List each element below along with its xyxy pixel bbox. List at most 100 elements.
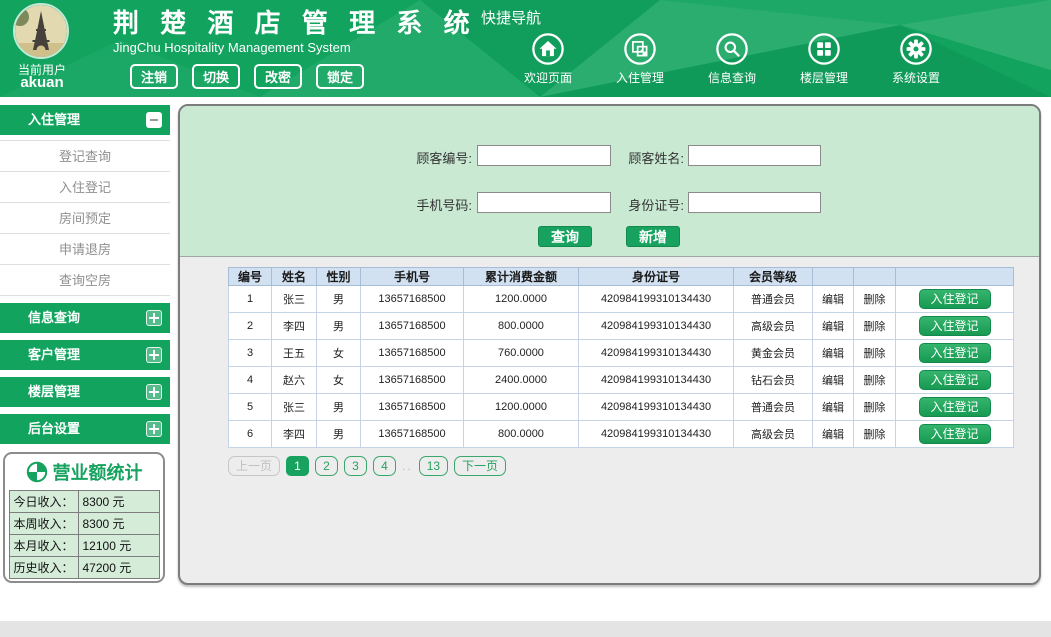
- checkin-button[interactable]: 入住登记: [919, 397, 991, 417]
- delete-link[interactable]: 删除: [854, 340, 896, 367]
- cell-id: 6: [229, 421, 272, 448]
- customer-name-input[interactable]: [688, 145, 821, 166]
- table-row: 4 赵六 女 13657168500 2400.0000 42098419931…: [229, 367, 1014, 394]
- footer-bar: [0, 621, 1051, 637]
- stats-value-today: 8300 元: [78, 491, 159, 513]
- sidebar-item-registration-query[interactable]: 登记查询: [0, 141, 170, 172]
- page-button-1[interactable]: 1: [286, 456, 309, 476]
- page-button-3[interactable]: 3: [344, 456, 367, 476]
- sidebar-section-customer-mgmt[interactable]: 客户管理: [0, 340, 170, 370]
- stats-label-today: 今日收入：: [9, 491, 78, 513]
- page-button-4[interactable]: 4: [373, 456, 396, 476]
- cell-gender: 女: [317, 367, 361, 394]
- cell-member-level: 钻石会员: [734, 367, 813, 394]
- col-header-name: 姓名: [272, 268, 317, 286]
- edit-link[interactable]: 编辑: [813, 286, 854, 313]
- nav-item-checkin-mgmt[interactable]: 入住管理: [598, 32, 682, 86]
- query-button[interactable]: 查询: [538, 226, 592, 247]
- page-button-13[interactable]: 13: [419, 456, 448, 476]
- cell-total-spend: 1200.0000: [464, 286, 579, 313]
- app-subtitle: JingChu Hospitality Management System: [113, 40, 477, 55]
- sidebar-item-vacant-room-query[interactable]: 查询空房: [0, 265, 170, 296]
- sidebar: 入住管理 登记查询 入住登记 房间预定 申请退房 查询空房 信息查询 客户管理 …: [0, 105, 170, 444]
- collapse-minus-icon[interactable]: [146, 112, 162, 128]
- checkin-button[interactable]: 入住登记: [919, 424, 991, 444]
- sidebar-section-floor-mgmt[interactable]: 楼层管理: [0, 377, 170, 407]
- page-button-2[interactable]: 2: [315, 456, 338, 476]
- cell-gender: 男: [317, 394, 361, 421]
- table-header-row: 编号 姓名 性别 手机号 累计消费金额 身份证号 会员等级: [229, 268, 1014, 286]
- id-card-label: 身份证号:: [574, 195, 684, 214]
- edit-link[interactable]: 编辑: [813, 340, 854, 367]
- cell-phone: 13657168500: [361, 394, 464, 421]
- revenue-stats-table: 今日收入： 8300 元 本周收入： 8300 元 本月收入： 12100 元 …: [9, 490, 160, 579]
- cell-gender: 男: [317, 286, 361, 313]
- header-action-buttons: 注销 切换 改密 锁定: [130, 64, 364, 89]
- lock-button[interactable]: 锁定: [316, 64, 364, 89]
- sidebar-section-info-query[interactable]: 信息查询: [0, 303, 170, 333]
- delete-link[interactable]: 删除: [854, 394, 896, 421]
- next-page-button[interactable]: 下一页: [454, 456, 506, 476]
- sidebar-item-checkin-register[interactable]: 入住登记: [0, 172, 170, 203]
- nav-item-label: 楼层管理: [782, 69, 866, 86]
- app-window: 当前用户 akuan 荆 楚 酒 店 管 理 系 统 JingChu Hospi…: [0, 0, 1051, 637]
- checkin-button[interactable]: 入住登记: [919, 316, 991, 336]
- delete-link[interactable]: 删除: [854, 367, 896, 394]
- delete-link[interactable]: 删除: [854, 313, 896, 340]
- col-header-id-card: 身份证号: [579, 268, 734, 286]
- window-switch-icon: [623, 32, 657, 66]
- sidebar-item-room-reservation[interactable]: 房间预定: [0, 203, 170, 234]
- cell-id: 2: [229, 313, 272, 340]
- nav-item-floor-mgmt[interactable]: 楼层管理: [782, 32, 866, 86]
- checkin-button[interactable]: 入住登记: [919, 289, 991, 309]
- id-card-input[interactable]: [688, 192, 821, 213]
- table-row: 1 张三 男 13657168500 1200.0000 42098419931…: [229, 286, 1014, 313]
- delete-link[interactable]: 删除: [854, 421, 896, 448]
- edit-link[interactable]: 编辑: [813, 313, 854, 340]
- sidebar-section-backend-settings[interactable]: 后台设置: [0, 414, 170, 444]
- checkin-button[interactable]: 入住登记: [919, 370, 991, 390]
- cell-member-level: 普通会员: [734, 394, 813, 421]
- nav-item-welcome[interactable]: 欢迎页面: [506, 32, 590, 86]
- stats-label-history: 历史收入：: [9, 557, 78, 579]
- nav-item-label: 信息查询: [690, 69, 774, 86]
- cell-member-level: 黄金会员: [734, 340, 813, 367]
- switch-user-button[interactable]: 切换: [192, 64, 240, 89]
- add-button[interactable]: 新增: [626, 226, 680, 247]
- cell-name: 赵六: [272, 367, 317, 394]
- cell-total-spend: 2400.0000: [464, 367, 579, 394]
- sidebar-section-checkin-mgmt[interactable]: 入住管理: [0, 105, 170, 135]
- col-header-edit: [813, 268, 854, 286]
- prev-page-button[interactable]: 上一页: [228, 456, 280, 476]
- delete-link[interactable]: 删除: [854, 286, 896, 313]
- logout-button[interactable]: 注销: [130, 64, 178, 89]
- edit-link[interactable]: 编辑: [813, 367, 854, 394]
- stats-label-month: 本月收入：: [9, 535, 78, 557]
- stats-row: 今日收入： 8300 元: [9, 491, 159, 513]
- main-content-panel: 顾客编号: 顾客姓名: 手机号码: 身份证号: 查询 新增 编号 姓名 性别 手…: [178, 104, 1041, 585]
- edit-link[interactable]: 编辑: [813, 421, 854, 448]
- expand-plus-icon[interactable]: [146, 384, 162, 400]
- table-row: 3 王五 女 13657168500 760.0000 420984199310…: [229, 340, 1014, 367]
- table-row: 6 李四 男 13657168500 800.0000 420984199310…: [229, 421, 1014, 448]
- stats-value-history: 47200 元: [78, 557, 159, 579]
- expand-plus-icon[interactable]: [146, 310, 162, 326]
- search-icon: [715, 32, 749, 66]
- cell-id-card: 420984199310134430: [579, 421, 734, 448]
- sidebar-section-label: 后台设置: [28, 421, 80, 436]
- grid-icon: [807, 32, 841, 66]
- nav-item-system-settings[interactable]: 系统设置: [874, 32, 958, 86]
- sidebar-item-checkout-request[interactable]: 申请退房: [0, 234, 170, 265]
- nav-item-label: 欢迎页面: [506, 69, 590, 86]
- cell-id: 1: [229, 286, 272, 313]
- edit-link[interactable]: 编辑: [813, 394, 854, 421]
- change-password-button[interactable]: 改密: [254, 64, 302, 89]
- checkin-button[interactable]: 入住登记: [919, 343, 991, 363]
- nav-item-info-query[interactable]: 信息查询: [690, 32, 774, 86]
- expand-plus-icon[interactable]: [146, 347, 162, 363]
- stats-title-row: 营业额统计: [5, 459, 163, 485]
- col-header-checkin: [896, 268, 1014, 286]
- sidebar-section-label: 入住管理: [28, 112, 80, 127]
- expand-plus-icon[interactable]: [146, 421, 162, 437]
- cell-id: 3: [229, 340, 272, 367]
